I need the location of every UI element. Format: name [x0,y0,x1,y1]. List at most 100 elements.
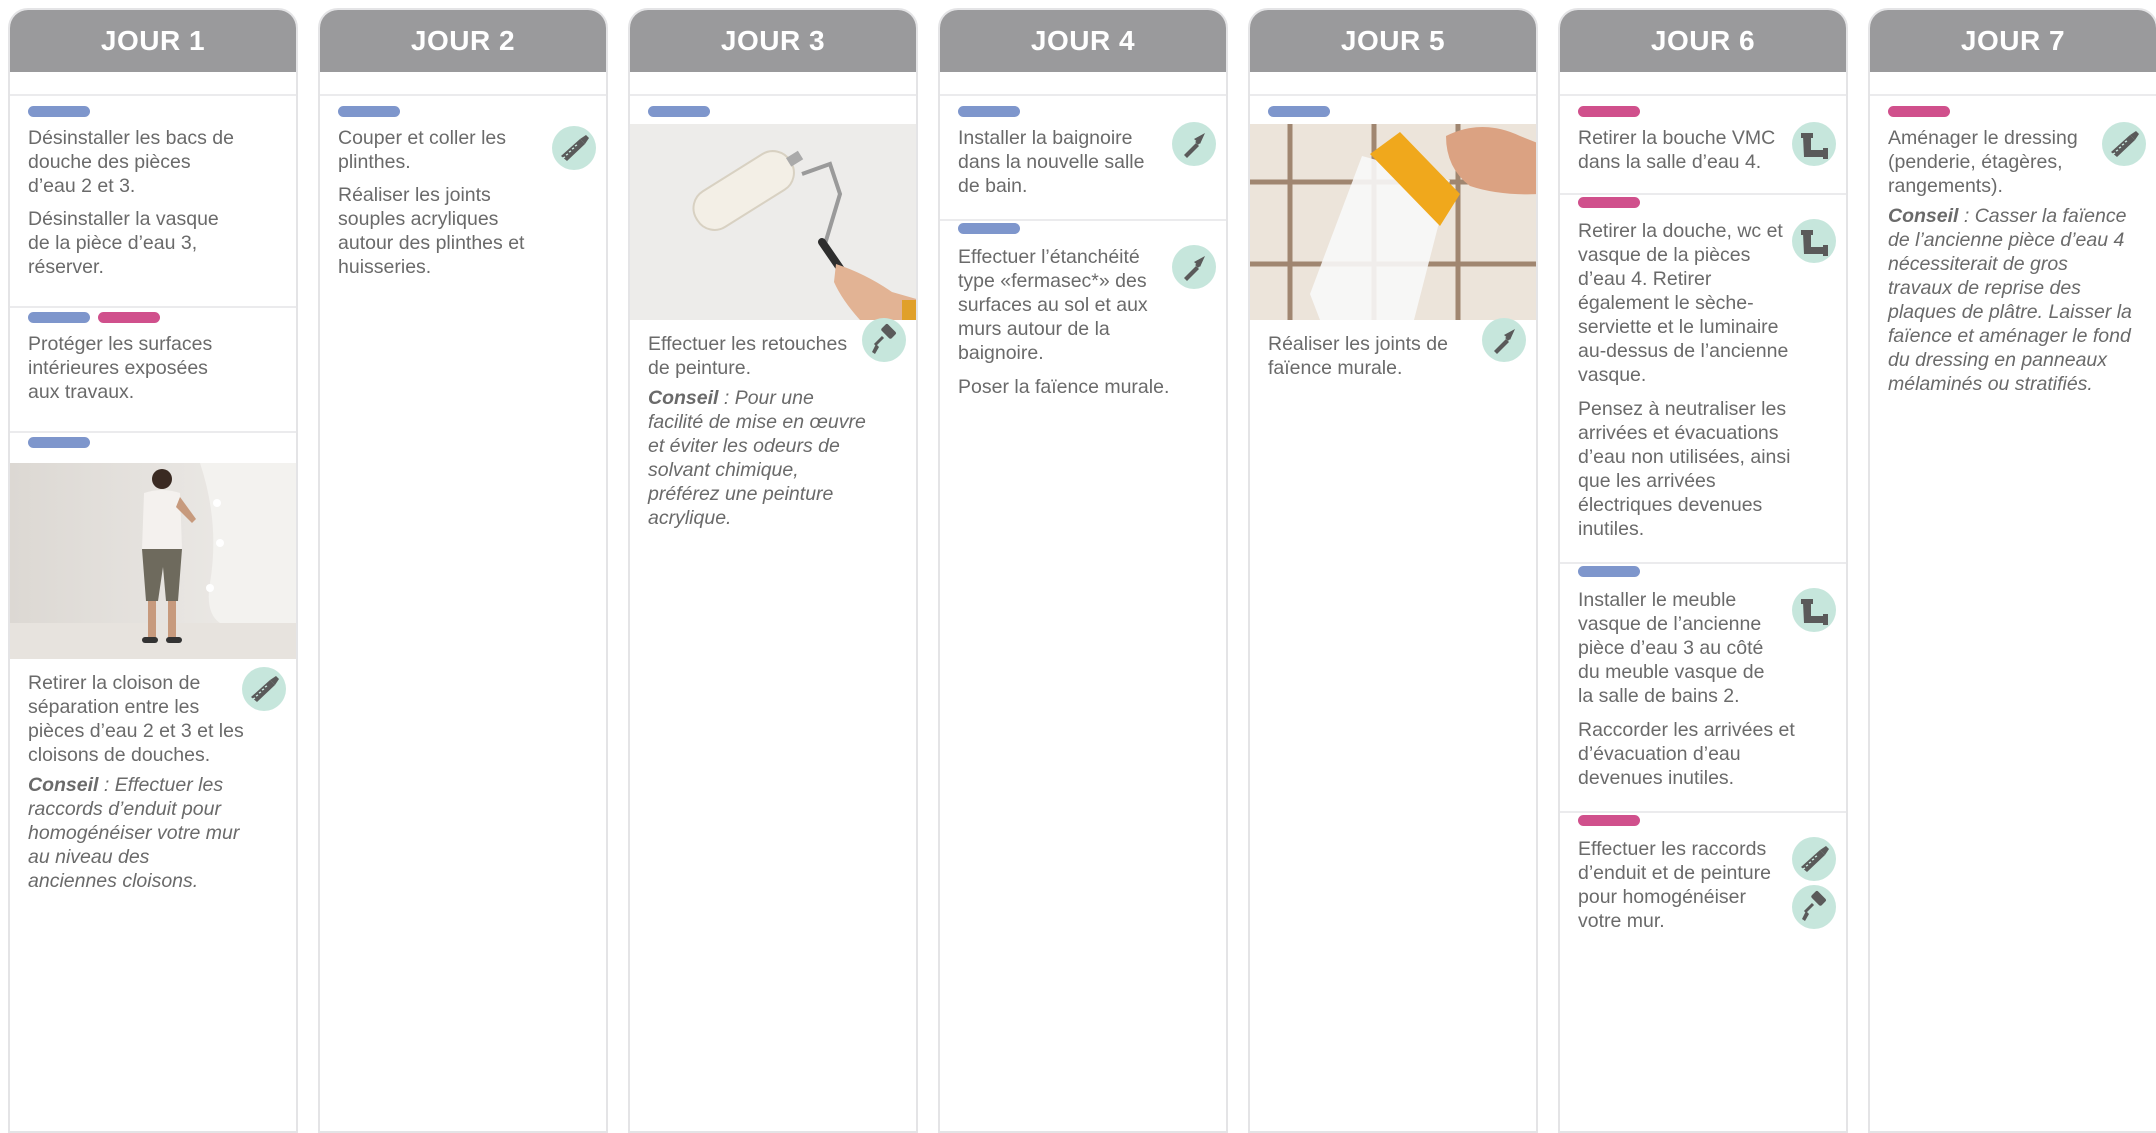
task-card: Aménager le dressing (penderie, étagères… [1870,96,2156,423]
tag-row [1560,195,1846,219]
task-text: Désinstaller les bacs de douche des pièc… [28,127,234,197]
task-card: Effectuer les raccords d’enduit et de pe… [1560,813,1846,960]
task-card: Effectuer les retouches de peinture. Con… [630,96,916,557]
tag-row [1870,96,2156,120]
divider [1870,72,2156,96]
tag-row [1560,96,1846,120]
divider [940,72,1226,96]
task-text: Poser la faïence murale. [958,376,1170,398]
tip-body: : Casser la faïence de l’ancienne pièce … [1888,205,2132,395]
task-text: Retirer la cloison de séparation entre l… [28,672,244,766]
blue-tag [28,437,90,448]
day-column-7: JOUR 7 Aménager le dressing (penderie, é… [1868,8,2156,1133]
tag-row [940,96,1226,120]
tag-row [1560,813,1846,837]
blue-tag [648,106,710,117]
task-text: Installer la baignoire dans la nouvelle … [958,127,1145,197]
man-at-wall-illustration [10,463,296,659]
tip-label: Conseil [648,387,719,409]
task-text: Effectuer les raccords d’enduit et de pe… [1578,838,1771,932]
trowel-icon [1172,245,1216,289]
tip-label: Conseil [1888,205,1959,227]
task-text: Retirer la bouche VMC dans la salle d’ea… [1578,127,1776,173]
divider [1250,72,1536,96]
tip-text: Conseil : Effectuer les raccords d’endui… [28,773,243,893]
saw-icon [552,126,596,170]
task-card: Retirer la douche, wc et vasque de la pi… [1560,195,1846,564]
tag-row [10,96,296,120]
pink-tag [1578,197,1640,208]
task-card: Installer la baignoire dans la nouvelle … [940,96,1226,221]
task-text: Installer le meuble vasque de l’ancienne… [1578,589,1765,707]
task-text: Pensez à neutraliser les arrivées et éva… [1578,398,1791,540]
day-header: JOUR 5 [1250,10,1536,72]
task-text: Réaliser les joints souples acryliques a… [338,184,525,278]
plumbing-pipe-icon [1792,122,1836,166]
task-card: Effectuer l’étanchéité type «fermasec*» … [940,221,1226,426]
day-header: JOUR 4 [940,10,1226,72]
day-header: JOUR 1 [10,10,296,72]
tile-grout-illustration [1250,124,1536,320]
day-column-4: JOUR 4 Installer la baignoire dans la no… [938,8,1228,1133]
saw-icon [242,667,286,711]
tag-row [1250,96,1536,120]
photo-paint-roller [630,124,916,320]
blue-tag [958,106,1020,117]
task-card: Protéger les surfaces intérieures exposé… [10,308,296,433]
task-card: Réaliser les joints de faïence murale. [1250,96,1536,407]
trowel-icon [1482,318,1526,362]
divider [1560,72,1846,96]
divider [630,72,916,96]
task-text: Raccorder les arrivées et d’évacuation d… [1578,719,1795,789]
tag-row [10,308,296,332]
task-card: Installer le meuble vasque de l’ancienne… [1560,564,1846,813]
day-column-6: JOUR 6 Retirer la bouche VMC dans la sal… [1558,8,1848,1133]
tip-text: Conseil : Pour une facilité de mise en œ… [648,386,873,530]
blue-tag [958,223,1020,234]
paint-roller-illustration [630,124,916,320]
tip-text: Conseil : Casser la faïence de l’ancienn… [1888,204,2133,396]
blue-tag [338,106,400,117]
task-text: Protéger les surfaces intérieures exposé… [28,333,213,403]
photo-tile-grout [1250,124,1536,320]
tag-row [630,96,916,120]
tag-row [320,96,606,120]
task-card: Désinstaller les bacs de douche des pièc… [10,96,296,308]
tip-label: Conseil [28,774,99,796]
day-column-2: JOUR 2 Couper et coller les plinthes. Ré… [318,8,608,1133]
task-card: Couper et coller les plinthes. Réaliser … [320,96,606,306]
task-text: Couper et coller les plinthes. [338,127,506,173]
day-column-1: JOUR 1 Désinstaller les bacs de douche d… [8,8,298,1133]
photo-man-at-wall [10,463,296,659]
task-card: Retirer la bouche VMC dans la salle d’ea… [1560,96,1846,195]
paint-roller-icon [862,318,906,362]
pink-tag [1578,106,1640,117]
trowel-icon [1172,122,1216,166]
task-text: Aménager le dressing (penderie, étagères… [1888,127,2078,197]
saw-icon [1792,837,1836,881]
task-card: Retirer la cloison de séparation entre l… [10,433,296,920]
task-text: Effectuer l’étanchéité type «fermasec*» … [958,246,1148,364]
divider [320,72,606,96]
tag-row [10,433,296,457]
task-text: Effectuer les retouches de peinture. [648,333,848,379]
day-column-5: JOUR 5 Réaliser les joints de faïence mu… [1248,8,1538,1133]
day-header: JOUR 6 [1560,10,1846,72]
tag-row [1560,564,1846,588]
day-column-3: JOUR 3 Effectuer les retouches de peintu… [628,8,918,1133]
blue-tag [1578,566,1640,577]
divider [10,72,296,96]
paint-roller-icon [1792,885,1836,929]
day-header: JOUR 2 [320,10,606,72]
task-text: Réaliser les joints de faïence murale. [1268,333,1448,379]
blue-tag [1268,106,1330,117]
blue-tag [28,312,90,323]
day-header: JOUR 3 [630,10,916,72]
day-header: JOUR 7 [1870,10,2156,72]
pink-tag [1578,815,1640,826]
task-text: Désinstaller la vasque de la pièce d’eau… [28,208,219,278]
plumbing-pipe-icon [1792,219,1836,263]
blue-tag [28,106,90,117]
pink-tag [98,312,160,323]
tag-row [940,221,1226,245]
